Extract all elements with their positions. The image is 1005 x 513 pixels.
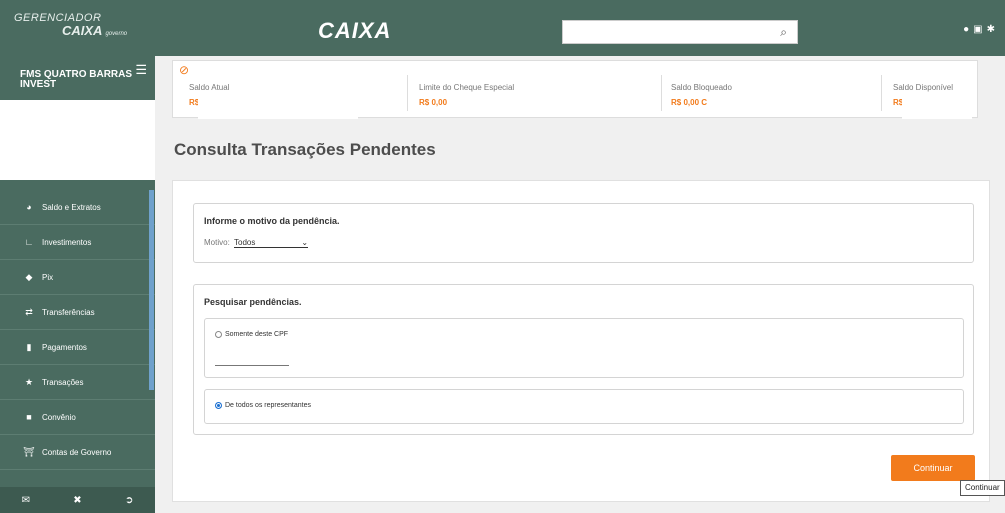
saldo-summary: ⊘ Saldo Atual R$ Limite do Cheque Especi… <box>172 60 978 119</box>
radio-button[interactable] <box>215 331 222 338</box>
pesquisar-section-title: Pesquisar pendências. <box>204 297 302 307</box>
motivo-select[interactable]: Todos ⌄ <box>234 238 309 248</box>
gerenciador-caixa-logo[interactable]: GERENCIADOR CAIXA governo <box>14 12 144 46</box>
divider <box>881 75 882 111</box>
sidebar-item-label: Transações <box>42 377 84 387</box>
sidebar-scrollbar[interactable] <box>149 190 154 390</box>
saldo-atual: Saldo Atual R$ <box>189 83 358 119</box>
sidebar: FMS QUATRO BARRAS INVEST ☰ ◕ Saldo e Ext… <box>0 56 155 513</box>
sidebar-item-label: Pagamentos <box>42 342 87 352</box>
sidebar-item-convenio[interactable]: ■ Convênio <box>0 400 155 435</box>
hide-balance-icon[interactable]: ⊘ <box>179 63 189 77</box>
account-banner: FMS QUATRO BARRAS INVEST <box>0 56 155 100</box>
window-icon[interactable]: ▣ <box>973 24 986 35</box>
hamburger-icon[interactable]: ☰ <box>135 62 147 78</box>
radio-cpf[interactable]: Somente deste CPF <box>215 331 288 338</box>
bank-icon: ⛩ <box>23 446 35 457</box>
sidebar-item-pix[interactable]: ◆ Pix <box>0 260 155 295</box>
sidebar-footer: ✉ ✖ ➲ <box>0 487 155 513</box>
masked-value <box>902 97 972 119</box>
sidebar-item-investimentos[interactable]: ∟ Investimentos <box>0 225 155 260</box>
caixa-brand: CAIXA <box>318 18 392 43</box>
sidebar-item-label: Contas de Governo <box>42 447 112 457</box>
radio-cpf-label: Somente deste CPF <box>225 331 289 338</box>
barcode-icon: ▮ <box>26 341 32 352</box>
radio-todos[interactable]: De todos os representantes <box>215 402 311 409</box>
help-icon[interactable]: ● <box>963 24 973 35</box>
motivo-section-title: Informe o motivo da pendência. <box>204 216 340 226</box>
main-card: Informe o motivo da pendência. Motivo: T… <box>172 180 990 502</box>
pesquisar-section: Pesquisar pendências. Somente deste CPF … <box>193 284 974 435</box>
pie-chart-icon: ◕ <box>26 202 32 212</box>
bloqueado-label: Saldo Bloqueado <box>671 83 732 92</box>
disponivel-label: Saldo Disponível <box>893 83 954 92</box>
masked-value <box>198 97 358 119</box>
tools-icon[interactable]: ✖ <box>73 495 81 506</box>
saldo-bloqueado: Saldo Bloqueado R$ 0,00 C <box>671 83 732 107</box>
chevron-down-icon: ⌄ <box>301 238 309 247</box>
star-icon: ★ <box>24 376 34 387</box>
sidebar-item-label: Convênio <box>42 412 76 422</box>
divider <box>661 75 662 111</box>
search-input[interactable]: ⌕ <box>562 20 798 44</box>
cheque-label: Limite do Cheque Especial <box>419 83 515 92</box>
sidebar-item-label: Investimentos <box>42 237 92 247</box>
logout-icon[interactable]: ➲ <box>125 495 133 506</box>
mail-icon[interactable]: ✉ <box>22 495 30 506</box>
sidebar-item-label: Pix <box>42 272 54 282</box>
sidebar-item-transacoes[interactable]: ★ Transações <box>0 365 155 400</box>
document-icon: ■ <box>26 412 32 422</box>
motivo-selected: Todos <box>234 238 256 247</box>
motivo-section: Informe o motivo da pendência. Motivo: T… <box>193 203 974 263</box>
continuar-tooltip: Continuar <box>960 480 1005 496</box>
todos-option-box: De todos os representantes <box>204 389 964 424</box>
search-icon[interactable]: ⌕ <box>780 25 787 40</box>
account-panel: FMS QUATRO BARRAS INVEST ☰ <box>0 56 155 180</box>
motivo-label: Motivo: <box>204 238 230 247</box>
logo-line2: CAIXA governo <box>62 24 144 41</box>
sidebar-item-saldo-extratos[interactable]: ◕ Saldo e Extratos <box>0 190 155 225</box>
radio-button-checked[interactable] <box>215 402 222 409</box>
sidebar-item-contas-governo[interactable]: ⛩ Contas de Governo <box>0 435 155 470</box>
logo-caixa-text: CAIXA <box>62 23 103 38</box>
sidebar-item-label: Saldo e Extratos <box>42 202 101 212</box>
pix-icon: ◆ <box>25 271 33 282</box>
saldo-atual-label: Saldo Atual <box>189 83 230 92</box>
cheque-value: R$ 0,00 <box>419 98 448 107</box>
transfer-icon: ⇄ <box>25 306 33 317</box>
continuar-button[interactable]: Continuar <box>891 455 975 481</box>
sidebar-item-transferencias[interactable]: ⇄ Transferências <box>0 295 155 330</box>
sidebar-item-label: Transferências <box>42 307 95 317</box>
sidebar-menu: ◕ Saldo e Extratos ∟ Investimentos ◆ Pix… <box>0 190 155 470</box>
cpf-option-box: Somente deste CPF <box>204 318 964 378</box>
line-chart-icon: ∟ <box>24 237 34 247</box>
sidebar-item-pagamentos[interactable]: ▮ Pagamentos <box>0 330 155 365</box>
bloqueado-value: R$ 0,00 C <box>671 98 708 107</box>
header-actions: ●▣✱ <box>963 24 999 35</box>
divider <box>407 75 408 111</box>
logo-tag: governo <box>105 31 128 37</box>
saldo-disponivel: Saldo Disponível R$ <box>893 83 972 119</box>
settings-icon[interactable]: ✱ <box>987 24 999 35</box>
motivo-row: Motivo: Todos ⌄ <box>204 238 309 248</box>
page-title: Consulta Transações Pendentes <box>174 140 436 159</box>
limite-cheque-especial: Limite do Cheque Especial R$ 0,00 <box>419 83 514 107</box>
top-bar: GERENCIADOR CAIXA governo CAIXA ⌕ ●▣✱ <box>0 0 1005 56</box>
radio-todos-label: De todos os representantes <box>225 402 311 409</box>
cpf-input[interactable] <box>215 365 289 366</box>
